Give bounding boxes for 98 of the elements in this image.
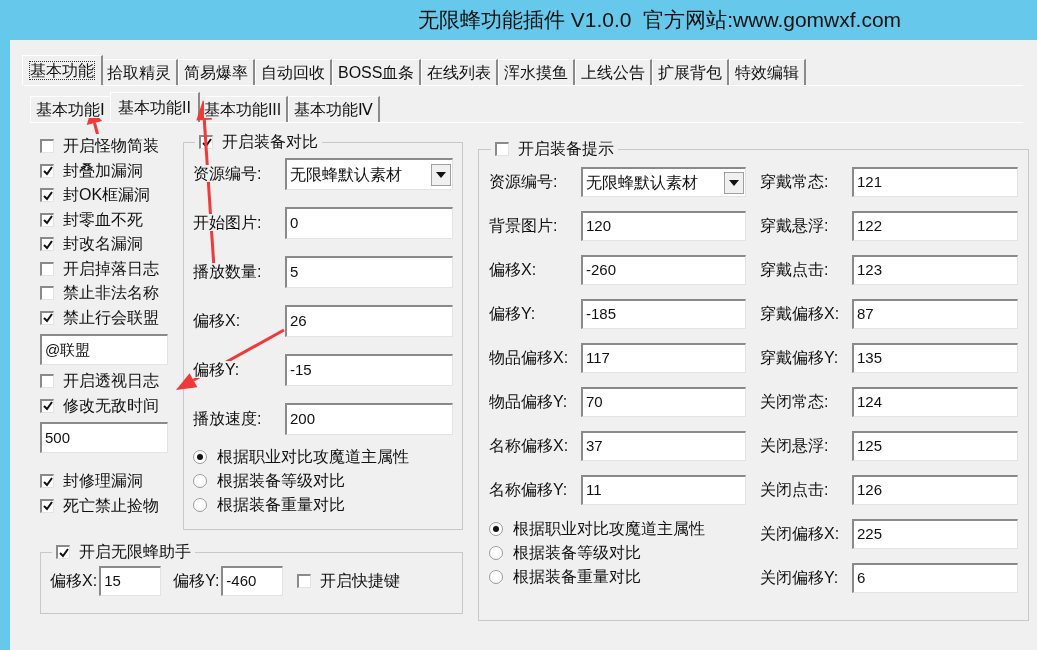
tab[interactable]: 上线公告 — [575, 59, 653, 85]
field-label: 名称偏移X: — [489, 437, 569, 454]
radio-label: 根据装备等级对比 — [513, 543, 641, 563]
input-field[interactable]: 0 — [285, 207, 453, 239]
field-label: 关闭偏移X: — [760, 525, 840, 542]
field-label: 物品偏移X: — [489, 349, 569, 366]
input-field[interactable]: 15 — [99, 566, 162, 596]
radio-label: 根据装备等级对比 — [217, 471, 345, 491]
input-field[interactable]: 200 — [285, 403, 453, 435]
checkbox[interactable] — [40, 212, 54, 227]
field-label: 穿戴悬浮: — [760, 217, 829, 234]
checkbox[interactable] — [40, 310, 54, 325]
input-field[interactable]: 125 — [852, 431, 1018, 461]
radio-label: 根据职业对比攻魔道主属性 — [513, 519, 705, 539]
input-field[interactable]: 500 — [40, 422, 168, 453]
tab[interactable]: 在线列表 — [421, 59, 499, 85]
field-label: 播放数量: — [193, 263, 262, 280]
input-field[interactable]: 5 — [285, 256, 453, 288]
tab[interactable]: 特效编辑 — [729, 59, 807, 85]
field-label: 穿戴偏移Y: — [760, 349, 839, 366]
field-label: 资源编号: — [489, 173, 558, 190]
field-label: 关闭常态: — [760, 393, 829, 410]
input-field[interactable]: -260 — [581, 255, 746, 285]
field-label: 穿戴常态: — [760, 173, 829, 190]
field-label: 偏移Y: — [193, 361, 240, 378]
input-field[interactable]: -460 — [221, 566, 284, 596]
checkbox[interactable] — [40, 188, 54, 203]
field-label: 偏移Y: — [489, 305, 536, 322]
tab[interactable]: 扩展背包 — [652, 59, 730, 85]
input-field[interactable]: 6 — [852, 563, 1018, 593]
input-field[interactable]: 225 — [852, 519, 1018, 549]
input-field[interactable]: 70 — [581, 387, 746, 417]
field-label: 偏移X: — [489, 261, 537, 278]
field-label: 偏移X: — [193, 312, 241, 329]
field-label: 偏移X: — [50, 571, 98, 591]
field-label: 播放速度: — [193, 410, 262, 427]
radio-label: 根据装备重量对比 — [513, 567, 641, 587]
radio-button[interactable] — [193, 474, 207, 488]
field-label: 开始图片: — [193, 214, 262, 231]
field-label: 资源编号: — [193, 165, 262, 182]
input-field[interactable]: 135 — [852, 343, 1018, 373]
radio-label: 根据装备重量对比 — [217, 495, 345, 515]
checkbox[interactable] — [40, 398, 54, 413]
radio-button[interactable] — [489, 546, 503, 560]
checkbox[interactable] — [40, 374, 54, 389]
field-label: 名称偏移Y: — [489, 481, 568, 498]
field-label: 背景图片: — [489, 217, 558, 234]
field-label: 穿戴偏移X: — [760, 305, 840, 322]
input-field[interactable]: 11 — [581, 475, 746, 505]
radio-button[interactable] — [193, 498, 207, 512]
input-field[interactable]: 123 — [852, 255, 1018, 285]
input-field[interactable]: 117 — [581, 343, 746, 373]
field-label: 偏移Y: — [173, 571, 220, 591]
field-label: 关闭点击: — [760, 481, 829, 498]
checkbox[interactable] — [40, 261, 54, 276]
field-label: 穿戴点击: — [760, 261, 829, 278]
radio-button[interactable] — [489, 522, 503, 536]
tab[interactable]: 基本功能Ⅳ — [288, 96, 381, 122]
checkbox[interactable] — [56, 545, 70, 559]
input-field[interactable]: 122 — [852, 211, 1018, 241]
input-field[interactable]: @联盟 — [40, 334, 168, 365]
radio-button[interactable] — [489, 570, 503, 584]
checkbox[interactable] — [40, 139, 54, 154]
input-field[interactable]: 124 — [852, 387, 1018, 417]
tab[interactable]: 基本功能 — [22, 55, 103, 85]
tab[interactable]: 浑水摸鱼 — [498, 59, 576, 85]
field-label: 关闭偏移Y: — [760, 569, 839, 586]
field-label: 物品偏移Y: — [489, 393, 568, 410]
tab[interactable]: BOSS血条 — [332, 59, 422, 85]
dropdown[interactable]: 无限蜂默认素材 — [285, 158, 453, 190]
caret-icon — [431, 163, 451, 186]
input-field[interactable]: 37 — [581, 431, 746, 461]
tab[interactable]: 拾取精灵 — [101, 59, 178, 85]
input-field[interactable]: 87 — [852, 299, 1018, 329]
tab[interactable]: 自动回收 — [255, 59, 332, 85]
checkbox[interactable] — [297, 574, 312, 588]
tab[interactable]: 基本功能Ⅰ — [30, 96, 112, 122]
field-label: 关闭悬浮: — [760, 437, 829, 454]
input-field[interactable]: 126 — [852, 475, 1018, 505]
input-field[interactable]: 121 — [852, 167, 1018, 197]
input-field[interactable]: -15 — [285, 354, 453, 386]
radio-label: 根据职业对比攻魔道主属性 — [217, 447, 409, 467]
tab[interactable]: 简易爆率 — [178, 59, 255, 85]
checkbox[interactable] — [495, 142, 509, 156]
checkbox[interactable] — [40, 163, 54, 178]
input-field[interactable]: 26 — [285, 305, 453, 337]
window-title: 无限蜂功能插件 V1.0.0 官方网站:www.gomwxf.com — [418, 7, 902, 34]
checkbox[interactable] — [40, 474, 54, 489]
radio-button[interactable] — [193, 450, 207, 464]
caret-icon — [724, 171, 744, 194]
checkbox[interactable] — [40, 237, 54, 252]
dropdown[interactable]: 无限蜂默认素材 — [581, 167, 746, 197]
tab[interactable]: 基本功能III — [197, 96, 289, 122]
input-field[interactable]: -185 — [581, 299, 746, 329]
input-field[interactable]: 120 — [581, 211, 746, 241]
checkbox[interactable] — [40, 286, 54, 301]
checkbox[interactable] — [40, 498, 54, 513]
tab[interactable]: 基本功能II — [110, 92, 200, 122]
